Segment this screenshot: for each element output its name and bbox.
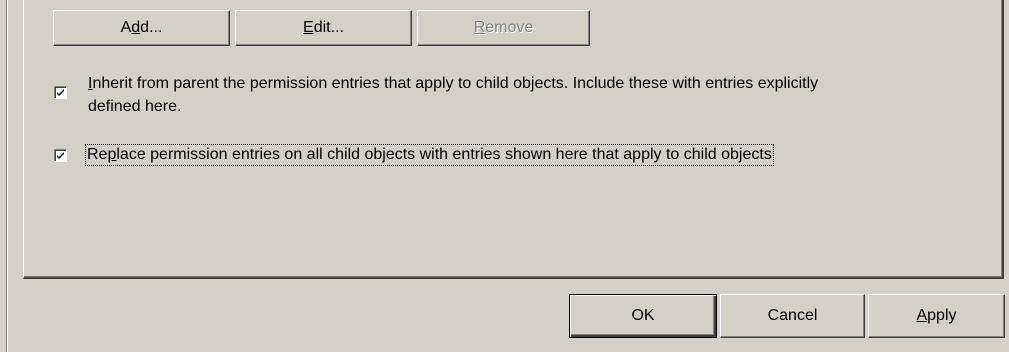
inherit-checkbox[interactable] bbox=[54, 86, 67, 99]
ok-button[interactable]: OK bbox=[569, 294, 717, 338]
remove-label-accel: R bbox=[473, 19, 486, 36]
cancel-button[interactable]: Cancel bbox=[720, 294, 865, 338]
checkmark-icon bbox=[57, 152, 64, 159]
edit-label-accel: E bbox=[303, 19, 314, 36]
remove-button[interactable]: Remove bbox=[417, 10, 590, 46]
replace-label[interactable]: Replace permission entries on all child … bbox=[85, 144, 774, 166]
replace-checkbox[interactable] bbox=[54, 149, 67, 162]
apply-label-accel: A bbox=[916, 307, 928, 324]
inherit-label-line2[interactable]: defined here. bbox=[88, 97, 181, 117]
remove-label-post: emove bbox=[485, 19, 534, 36]
add-label-accel: d bbox=[131, 19, 141, 36]
edit-label-post: dit... bbox=[313, 19, 344, 36]
replace-label-pre: Re bbox=[87, 146, 108, 163]
permissions-dialog: Add... Edit... Remove Inherit from paren… bbox=[0, 0, 1009, 352]
inherit-label-line1[interactable]: Inherit from parent the permission entri… bbox=[88, 74, 818, 94]
dialog-edge-highlight bbox=[7, 0, 8, 352]
add-label-post: d... bbox=[140, 19, 163, 36]
edit-button[interactable]: Edit... bbox=[235, 10, 412, 46]
add-button[interactable]: Add... bbox=[53, 10, 230, 46]
apply-button[interactable]: Apply bbox=[868, 294, 1005, 338]
apply-label-rest: pply bbox=[927, 307, 957, 324]
replace-label-post: lace permission entries on all child obj… bbox=[116, 146, 772, 163]
checkmark-icon bbox=[57, 89, 64, 96]
inherit-label-text: nherit from parent the permission entrie… bbox=[92, 75, 819, 92]
add-label-pre: A bbox=[120, 19, 132, 36]
